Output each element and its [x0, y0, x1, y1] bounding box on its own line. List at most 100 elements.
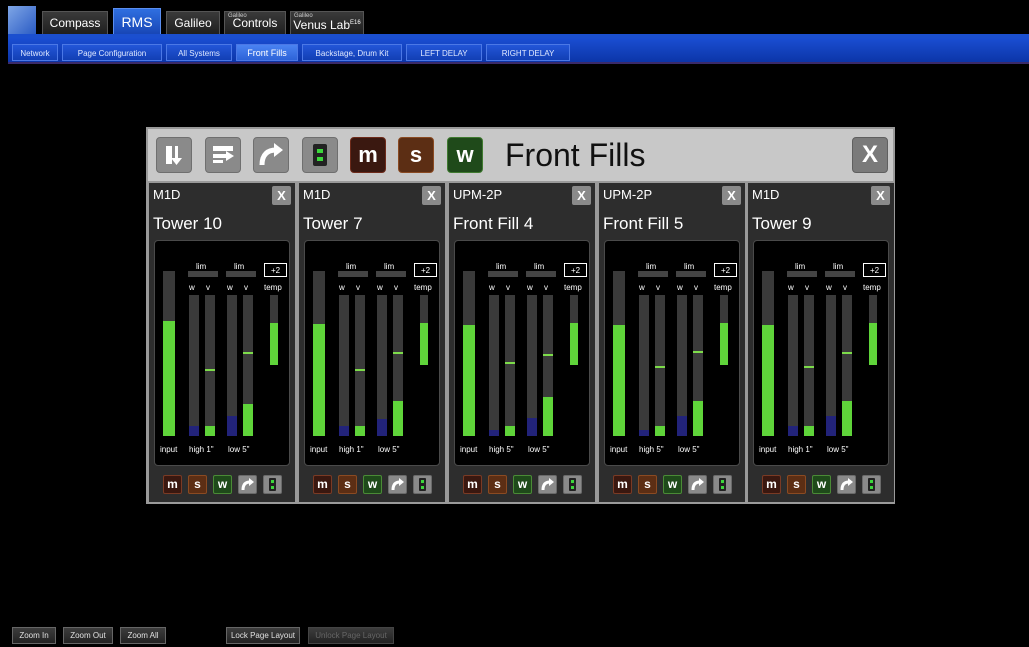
- meter-toggle-button[interactable]: [713, 475, 732, 494]
- mute-button[interactable]: m: [613, 475, 632, 494]
- high-w-meter-level: [489, 430, 499, 436]
- high-w-label: w: [639, 283, 645, 292]
- lock-page-layout-button[interactable]: Lock Page Layout: [226, 627, 300, 644]
- strip-close-button[interactable]: X: [722, 186, 741, 205]
- low-v-meter-level: [243, 404, 253, 436]
- wake-button[interactable]: w: [513, 475, 532, 494]
- curved-arrow-icon: [691, 478, 704, 491]
- wake-button[interactable]: w: [812, 475, 831, 494]
- page-tab-all-systems[interactable]: All Systems: [166, 44, 232, 61]
- page-tab-left-delay[interactable]: LEFT DELAY: [406, 44, 482, 61]
- strip-close-button[interactable]: X: [272, 186, 291, 205]
- speaker-name: Front Fill 4: [453, 214, 534, 233]
- redirect-button[interactable]: [837, 475, 856, 494]
- download-order-button[interactable]: [156, 137, 192, 173]
- low-lim-label: lim: [833, 262, 844, 271]
- page-tab-network[interactable]: Network: [12, 44, 58, 61]
- temp-label: temp: [714, 283, 732, 292]
- app-tab-galileo[interactable]: Galileo: [166, 11, 220, 34]
- high-w-meter: [189, 295, 199, 436]
- app-tab-compass[interactable]: Compass: [42, 11, 108, 34]
- app-tab-tiny-label: Galileo: [228, 13, 247, 19]
- mute-button[interactable]: m: [313, 475, 332, 494]
- panel-close-button[interactable]: X: [852, 137, 888, 173]
- trim-value-box[interactable]: +2: [714, 263, 737, 277]
- meter-toggle-button[interactable]: [413, 475, 432, 494]
- speaker-model: UPM-2P: [453, 187, 503, 202]
- input-meter-level: [613, 325, 625, 436]
- zoom-in-button[interactable]: Zoom In: [12, 627, 56, 644]
- redirect-button[interactable]: [538, 475, 557, 494]
- low-w-meter-level: [377, 419, 387, 436]
- high-lim-bar: [488, 271, 518, 277]
- solo-button[interactable]: s: [787, 475, 806, 494]
- low-v-meter-level: [543, 397, 553, 436]
- low-v-meter-level: [842, 401, 852, 436]
- meter-toggle-button[interactable]: [862, 475, 881, 494]
- redirect-button[interactable]: [238, 475, 257, 494]
- strip-close-button[interactable]: X: [871, 186, 890, 205]
- mute-button[interactable]: m: [463, 475, 482, 494]
- channel-strip: M1D X Tower 9 lim lim w v w v temp +2 input high 1" l…: [748, 183, 894, 502]
- low-lim-label: lim: [534, 262, 545, 271]
- mute-button[interactable]: m: [163, 475, 182, 494]
- temp-label: temp: [264, 283, 282, 292]
- meter-display: lim lim w v w v temp +2 input high 1" low 5": [753, 240, 889, 466]
- low-w-meter: [677, 295, 687, 436]
- wake-button[interactable]: w: [213, 475, 232, 494]
- app-tab-bar: [8, 6, 1029, 34]
- solo-button[interactable]: s: [488, 475, 507, 494]
- solo-button[interactable]: s: [188, 475, 207, 494]
- meter-toggle-button[interactable]: [263, 475, 282, 494]
- routing-button[interactable]: [205, 137, 241, 173]
- temp-meter-level: [869, 323, 877, 365]
- solo-button[interactable]: s: [338, 475, 357, 494]
- low-v-meter-level: [693, 401, 703, 436]
- meter-display: lim lim w v w v temp +2 input high 1" low 5": [304, 240, 440, 466]
- trim-value-box[interactable]: +2: [414, 263, 437, 277]
- wake-button[interactable]: w: [363, 475, 382, 494]
- input-meter-level: [313, 324, 325, 436]
- redirect-button[interactable]: [253, 137, 289, 173]
- low-v-meter: [393, 295, 403, 436]
- curved-arrow-icon: [840, 478, 853, 491]
- zoom-all-button[interactable]: Zoom All: [120, 627, 166, 644]
- redirect-button[interactable]: [388, 475, 407, 494]
- speaker-model: M1D: [752, 187, 780, 202]
- page-tab-backstage-drum-kit[interactable]: Backstage, Drum Kit: [302, 44, 402, 61]
- trim-value-box[interactable]: +2: [564, 263, 587, 277]
- app-tab-rms[interactable]: RMS: [113, 8, 161, 34]
- trim-value-box[interactable]: +2: [863, 263, 886, 277]
- wake-all-button[interactable]: w: [447, 137, 483, 173]
- meter-toggle-button[interactable]: [563, 475, 582, 494]
- low-label: low 5": [378, 445, 400, 454]
- high-lim-label: lim: [496, 262, 507, 271]
- high-v-label: v: [805, 283, 809, 292]
- meter-display: lim lim w v w v temp +2 input high 5" low 5": [604, 240, 740, 466]
- low-lim-label: lim: [684, 262, 695, 271]
- app-tab-controls[interactable]: Galileo Controls: [224, 11, 286, 34]
- solo-all-button[interactable]: s: [398, 137, 434, 173]
- page-tab-front-fills[interactable]: Front Fills: [236, 44, 298, 61]
- low-lim-label: lim: [384, 262, 395, 271]
- high-v-meter-level: [205, 426, 215, 436]
- mute-all-button[interactable]: m: [350, 137, 386, 173]
- meter-toggle-button[interactable]: [302, 137, 338, 173]
- page-tab-right-delay[interactable]: RIGHT DELAY: [486, 44, 570, 61]
- app-tab-venus-lab[interactable]: Galileo Venus LabE16: [290, 11, 364, 34]
- app-tab-label: Compass: [49, 16, 101, 30]
- mute-button[interactable]: m: [762, 475, 781, 494]
- low-v-label: v: [694, 283, 698, 292]
- curved-arrow-icon: [541, 478, 554, 491]
- low-v-meter-peak-mark: [842, 352, 852, 354]
- temp-meter-level: [570, 323, 578, 365]
- wake-button[interactable]: w: [663, 475, 682, 494]
- strip-close-button[interactable]: X: [422, 186, 441, 205]
- page-tab-page-configuration[interactable]: Page Configuration: [62, 44, 162, 61]
- zoom-out-button[interactable]: Zoom Out: [63, 627, 113, 644]
- strip-close-button[interactable]: X: [572, 186, 591, 205]
- redirect-button[interactable]: [688, 475, 707, 494]
- trim-value-box[interactable]: +2: [264, 263, 287, 277]
- solo-button[interactable]: s: [638, 475, 657, 494]
- high-v-meter-peak-mark: [505, 362, 515, 364]
